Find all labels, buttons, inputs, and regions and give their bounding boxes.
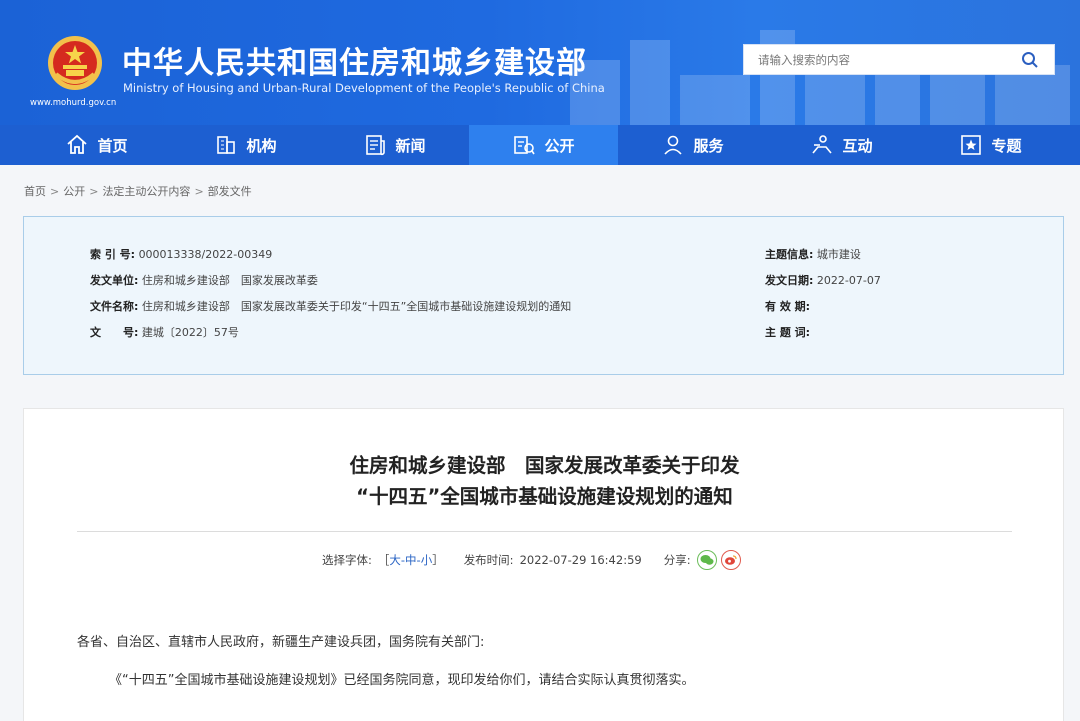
site-header: 中华人民共和国住房和城乡建设部 Ministry of Housing and …	[0, 0, 1080, 125]
main-nav: 首页 机构 新闻 公开 服务 互动 专题	[22, 125, 1065, 165]
bracket-open: ［	[377, 553, 390, 567]
bracket-close: ］	[432, 553, 444, 567]
breadcrumb: 首页 > 公开 > 法定主动公开内容 > 部发文件	[24, 183, 252, 199]
search-input[interactable]	[744, 45, 1004, 74]
search-box	[743, 44, 1055, 75]
article-paragraph-2: 《“十四五”全国城市基础设施建设规划》已经国务院同意，现印发给你们，请结合实际认…	[109, 673, 695, 688]
nav-label: 公开	[544, 136, 575, 155]
breadcrumb-separator: >	[194, 185, 204, 198]
info-label: 文件名称:	[90, 300, 139, 313]
interaction-icon	[812, 135, 833, 154]
font-small-button[interactable]: 小	[421, 553, 433, 567]
info-keywords: 主 题 词:	[765, 324, 810, 340]
published-label: 发布时间:	[463, 553, 514, 567]
info-label: 主题信息:	[765, 248, 814, 261]
news-icon	[366, 135, 386, 156]
nav-label: 首页	[97, 136, 128, 155]
disclosure-icon	[514, 136, 536, 155]
site-url: www.mohurd.gov.cn	[30, 98, 117, 108]
nav-label: 互动	[842, 136, 873, 155]
article-title-line1: 住房和城乡建设部 国家发展改革委关于印发	[349, 454, 740, 477]
info-date: 发文日期: 2022-07-07	[765, 272, 881, 288]
info-label: 文 号:	[90, 326, 139, 339]
article-panel: 住房和城乡建设部 国家发展改革委关于印发 “十四五”全国城市基础设施建设规划的通…	[23, 408, 1064, 721]
search-icon[interactable]	[1021, 51, 1039, 69]
font-size-selector: ［大-中-小］	[378, 552, 444, 568]
breadcrumb-documents[interactable]: 部发文件	[208, 185, 252, 198]
info-issuer: 发文单位: 住房和城乡建设部 国家发展改革委	[90, 272, 318, 288]
info-label: 主 题 词:	[765, 326, 811, 339]
building-icon	[217, 136, 236, 154]
nav-label: 新闻	[395, 136, 426, 155]
nav-item-home[interactable]: 首页	[22, 125, 171, 165]
article-meta: 选择字体: ［大-中-小］ 发布时间: 2022-07-29 16:42:59 …	[322, 550, 741, 570]
font-large-button[interactable]: 大	[389, 553, 401, 567]
site-subtitle: Ministry of Housing and Urban-Rural Deve…	[123, 81, 605, 95]
info-value: 城市建设	[816, 248, 861, 261]
nav-label: 服务	[693, 136, 724, 155]
document-info-box: 索 引 号: 000013338/2022-00349 发文单位: 住房和城乡建…	[23, 216, 1064, 375]
nav-item-news[interactable]: 新闻	[320, 125, 469, 165]
info-topic: 主题信息: 城市建设	[765, 246, 861, 262]
info-label: 发文单位:	[90, 274, 139, 287]
nav-item-service[interactable]: 服务	[618, 125, 767, 165]
published-time: 2022-07-29 16:42:59	[519, 553, 642, 567]
breadcrumb-separator: >	[89, 185, 99, 198]
breadcrumb-separator: >	[50, 185, 60, 198]
info-value: 住房和城乡建设部 国家发展改革委关于印发“十四五”全国城市基础设施建设规划的通知	[141, 300, 572, 313]
topic-icon	[961, 135, 982, 155]
info-label: 索 引 号:	[90, 248, 136, 261]
breadcrumb-home[interactable]: 首页	[24, 185, 46, 198]
nav-item-disclosure[interactable]: 公开	[469, 125, 618, 165]
nav-item-institutions[interactable]: 机构	[171, 125, 320, 165]
info-value: 住房和城乡建设部 国家发展改革委	[141, 274, 318, 287]
nav-item-topics[interactable]: 专题	[916, 125, 1065, 165]
font-medium-button[interactable]: 中	[405, 553, 417, 567]
info-validity: 有 效 期:	[765, 298, 810, 314]
info-label: 发文日期:	[765, 274, 814, 287]
info-value: 000013338/2022-00349	[138, 248, 273, 261]
article-title-line2: “十四五”全国城市基础设施建设规划的通知	[356, 485, 733, 508]
info-docno: 文 号: 建城〔2022〕57号	[90, 324, 239, 340]
font-size-label: 选择字体:	[322, 553, 372, 567]
info-index: 索 引 号: 000013338/2022-00349	[90, 246, 272, 262]
breadcrumb-disclosure[interactable]: 公开	[63, 185, 85, 198]
wechat-icon[interactable]	[696, 550, 717, 570]
info-value: 建城〔2022〕57号	[141, 326, 239, 339]
nav-item-interaction[interactable]: 互动	[767, 125, 916, 165]
article-paragraph-1: 各省、自治区、直辖市人民政府，新疆生产建设兵团，国务院有关部门:	[77, 635, 485, 650]
info-label: 有 效 期:	[765, 300, 811, 313]
breadcrumb-statutory[interactable]: 法定主动公开内容	[102, 185, 190, 198]
home-icon	[67, 134, 88, 154]
nav-label: 机构	[246, 136, 277, 155]
site-title: 中华人民共和国住房和城乡建设部	[122, 46, 587, 81]
national-emblem-icon	[48, 36, 102, 90]
info-value: 2022-07-07	[816, 274, 881, 287]
nav-label: 专题	[991, 136, 1022, 155]
weibo-icon[interactable]	[720, 550, 741, 570]
share-label: 分享:	[663, 553, 691, 567]
title-divider	[77, 531, 1012, 532]
info-filename: 文件名称: 住房和城乡建设部 国家发展改革委关于印发“十四五”全国城市基础设施建…	[90, 298, 571, 314]
service-icon	[664, 135, 683, 155]
